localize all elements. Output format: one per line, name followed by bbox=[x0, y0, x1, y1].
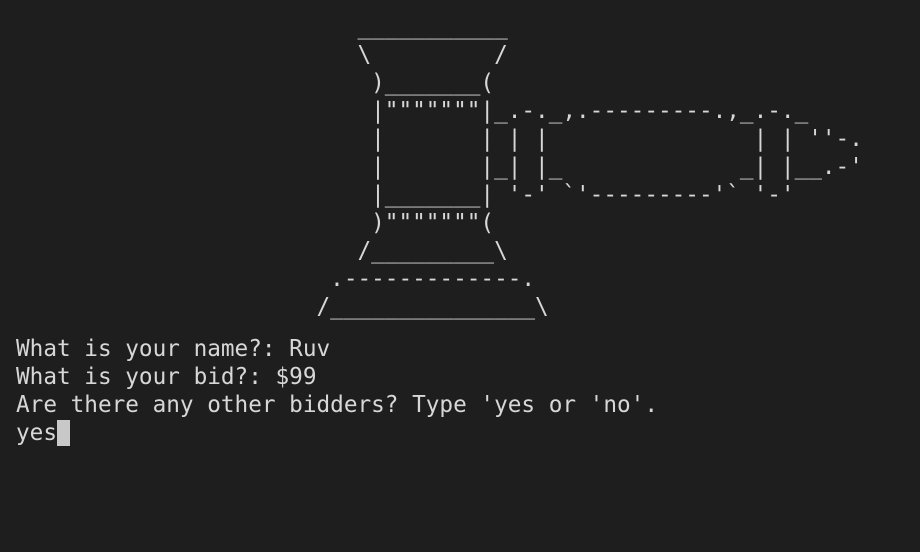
terminal-window[interactable]: ___________ \ / )_______( |"""""""|_.-._… bbox=[16, 13, 912, 447]
gavel-ascii-art: ___________ \ / )_______( |"""""""|_.-._… bbox=[316, 14, 863, 320]
text-cursor bbox=[56, 420, 70, 446]
name-prompt-line: What is your name?: Ruv bbox=[16, 336, 331, 362]
input-line[interactable]: yes bbox=[16, 419, 912, 447]
bid-prompt-line: What is your bid?: $99 bbox=[16, 364, 317, 390]
other-bidders-prompt-line: Are there any other bidders? Type 'yes o… bbox=[16, 392, 658, 418]
current-input-text[interactable]: yes bbox=[16, 420, 57, 446]
